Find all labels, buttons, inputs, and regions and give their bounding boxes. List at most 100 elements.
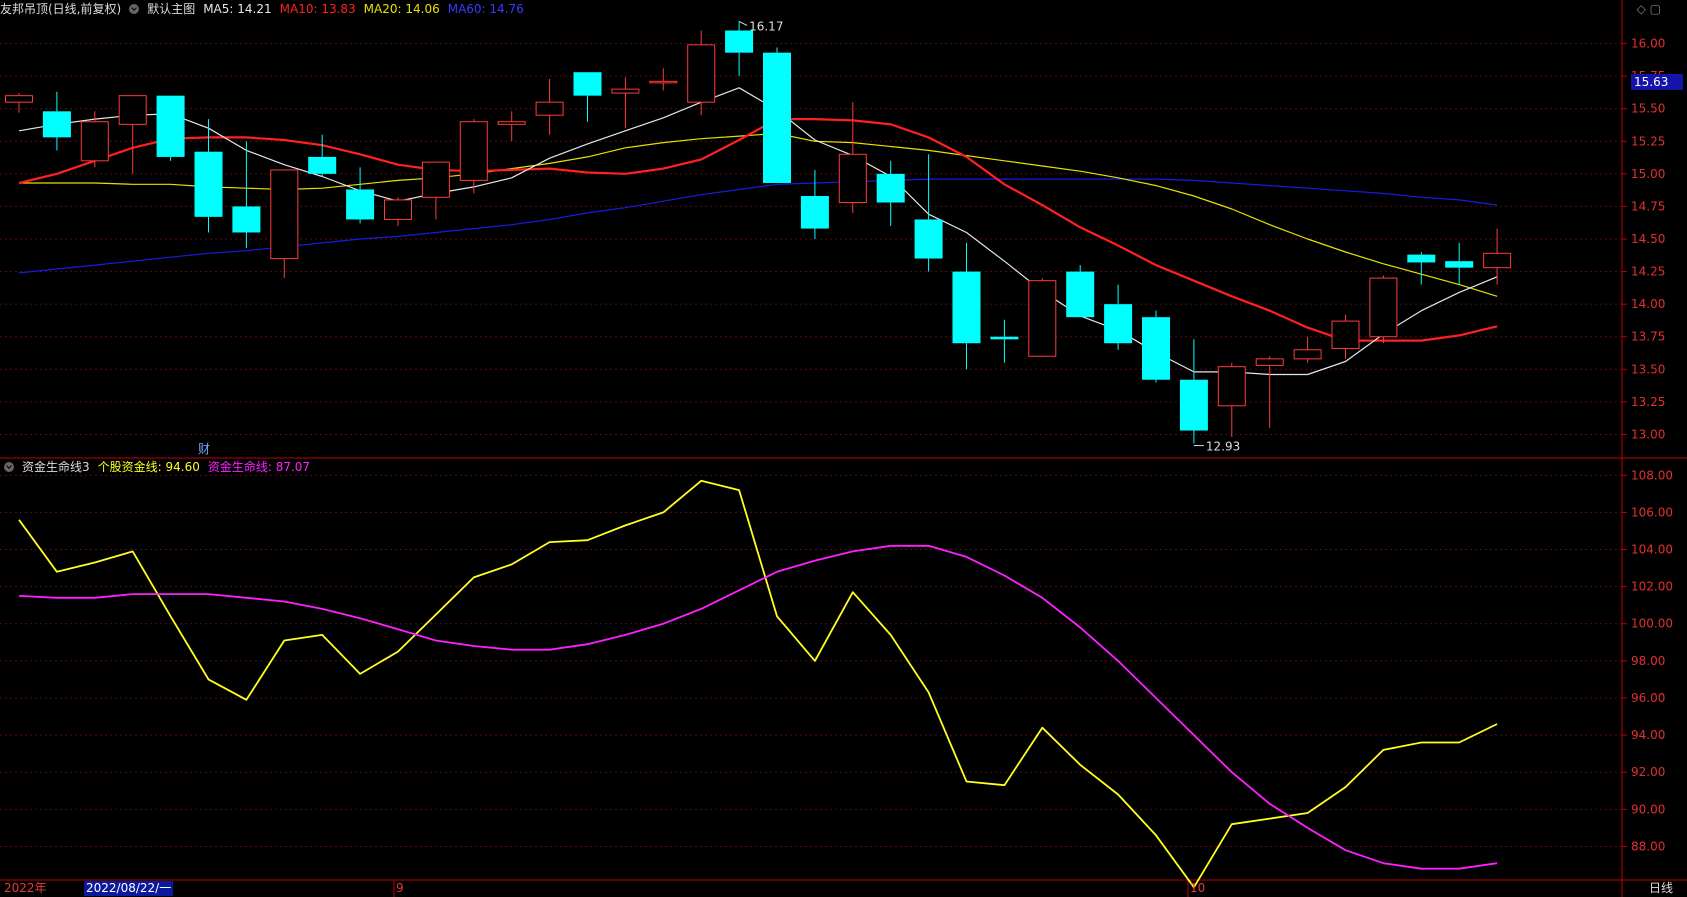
candle-body-down — [990, 336, 1019, 340]
main-tick-label: 13.50 — [1631, 362, 1665, 376]
candle — [232, 141, 261, 249]
indicator-tick-label: 90.00 — [1631, 802, 1665, 816]
candle-body-down — [42, 111, 71, 138]
candle — [497, 111, 526, 142]
cursor-date: 2022/08/22/一 — [84, 881, 174, 896]
candle-body-up — [649, 80, 678, 84]
candle-body-up — [611, 88, 640, 94]
ma20-legend: MA20: 14.06 — [363, 2, 440, 16]
candle-body-up — [1483, 252, 1512, 269]
main-tick-label: 13.25 — [1631, 395, 1665, 409]
fund-life-line — [18, 544, 1498, 870]
candle-body-down — [876, 173, 905, 203]
candle-body-up — [1293, 349, 1322, 360]
high-pointer — [738, 20, 748, 26]
candle-body-up — [459, 121, 488, 181]
indicator-layer — [18, 479, 1498, 889]
ma10-legend: MA10: 13.83 — [279, 2, 356, 16]
indicator-tick-label: 88.00 — [1631, 839, 1665, 853]
candle-body-down — [914, 219, 943, 259]
candle — [1331, 314, 1360, 359]
candle-body-up — [270, 169, 299, 260]
date-axis-year: 2022年 — [4, 881, 47, 895]
main-tick-label: 14.25 — [1631, 265, 1665, 279]
candle — [384, 197, 412, 226]
candle — [1293, 336, 1322, 363]
candle — [1217, 362, 1246, 438]
candle — [1104, 284, 1133, 350]
stock-fund-line — [18, 479, 1498, 889]
ma60-legend: MA60: 14.76 — [447, 2, 524, 16]
candle — [800, 169, 829, 239]
window-controls[interactable]: ◇ ▢ — [1637, 2, 1661, 16]
candle-body-up — [384, 199, 412, 220]
indicator-tick-label: 106.00 — [1631, 505, 1673, 519]
candle — [1407, 252, 1436, 285]
grid-layer — [0, 43, 1622, 847]
candle — [1028, 278, 1057, 357]
candle-body-down — [763, 52, 791, 183]
candle — [459, 119, 488, 194]
indicator-title[interactable]: 资金生命线3 — [22, 458, 90, 476]
candle — [156, 95, 185, 161]
candle-body-down — [800, 196, 829, 229]
indicator-tick-label: 104.00 — [1631, 543, 1673, 557]
stock-line-legend: 个股资金线: 94.60 — [97, 460, 200, 474]
indicator-tick-label: 96.00 — [1631, 691, 1665, 705]
ma5-legend: MA5: 14.21 — [203, 2, 272, 16]
candle — [5, 93, 33, 113]
candle — [990, 319, 1019, 363]
current-price-tag: 15.63 — [1631, 74, 1683, 90]
finance-marker[interactable]: 财 — [198, 440, 210, 457]
life-line-legend: 资金生命线: 87.07 — [207, 460, 311, 474]
candle-body-down — [194, 151, 223, 217]
candle-body-down — [1104, 304, 1133, 344]
candle — [118, 95, 147, 174]
candle — [194, 119, 223, 233]
month-label-oct: 10 — [1190, 881, 1206, 895]
indicator-header: 资金生命线3 个股资金线: 94.60 资金生命线: 87.07 — [4, 458, 318, 476]
candle-body-up — [838, 153, 867, 204]
candle-body-down — [1142, 317, 1170, 380]
candle — [1066, 265, 1095, 318]
candle — [952, 242, 981, 370]
candle-body-up — [118, 95, 147, 125]
candle — [649, 68, 678, 91]
candle — [1369, 275, 1398, 344]
candle — [80, 111, 109, 168]
candle-body-down — [1445, 261, 1474, 268]
candle — [1142, 310, 1170, 383]
main-chart-header: 友邦吊顶(日线,前复权) 默认主图 MA5: 14.21 MA10: 13.83… — [0, 0, 532, 18]
candle-body-down — [573, 72, 602, 96]
candle-body-down — [725, 30, 754, 53]
candle — [1445, 242, 1474, 285]
candle-body-up — [1369, 277, 1398, 338]
candle — [1255, 356, 1284, 428]
candle-body-up — [1331, 320, 1360, 349]
candle-body-down — [232, 206, 261, 233]
candle — [1483, 228, 1512, 285]
candle-body-down — [156, 95, 185, 157]
main-tick-label: 14.00 — [1631, 297, 1665, 311]
candle-body-up — [1255, 358, 1284, 366]
main-tick-label: 13.75 — [1631, 330, 1665, 344]
candle-body-up — [687, 44, 716, 103]
candle-body-up — [535, 101, 564, 116]
candle — [611, 77, 640, 129]
candle-body-down — [308, 156, 337, 174]
low-price-label: 12.93 — [1206, 440, 1240, 454]
axis-layer: 13.00 13.25 13.50 13.75 14.00 14.25 14.50 14.75… — [0, 0, 1687, 897]
main-tick-label: 14.50 — [1631, 232, 1665, 246]
candle-body-down — [1179, 379, 1208, 431]
candle-body-down — [1066, 271, 1095, 318]
candle-body-up — [1028, 280, 1057, 357]
indicator-tick-label: 102.00 — [1631, 580, 1673, 594]
dropdown-icon[interactable] — [129, 4, 140, 14]
main-tick-label: 15.00 — [1631, 167, 1665, 181]
period-label[interactable]: 日线 — [1649, 880, 1673, 897]
candle-body-up — [5, 95, 33, 103]
indicator-dropdown-icon[interactable] — [4, 462, 14, 472]
main-tick-label: 14.75 — [1631, 199, 1665, 213]
candle — [838, 102, 867, 213]
default-template-label[interactable]: 默认主图 — [147, 0, 195, 18]
